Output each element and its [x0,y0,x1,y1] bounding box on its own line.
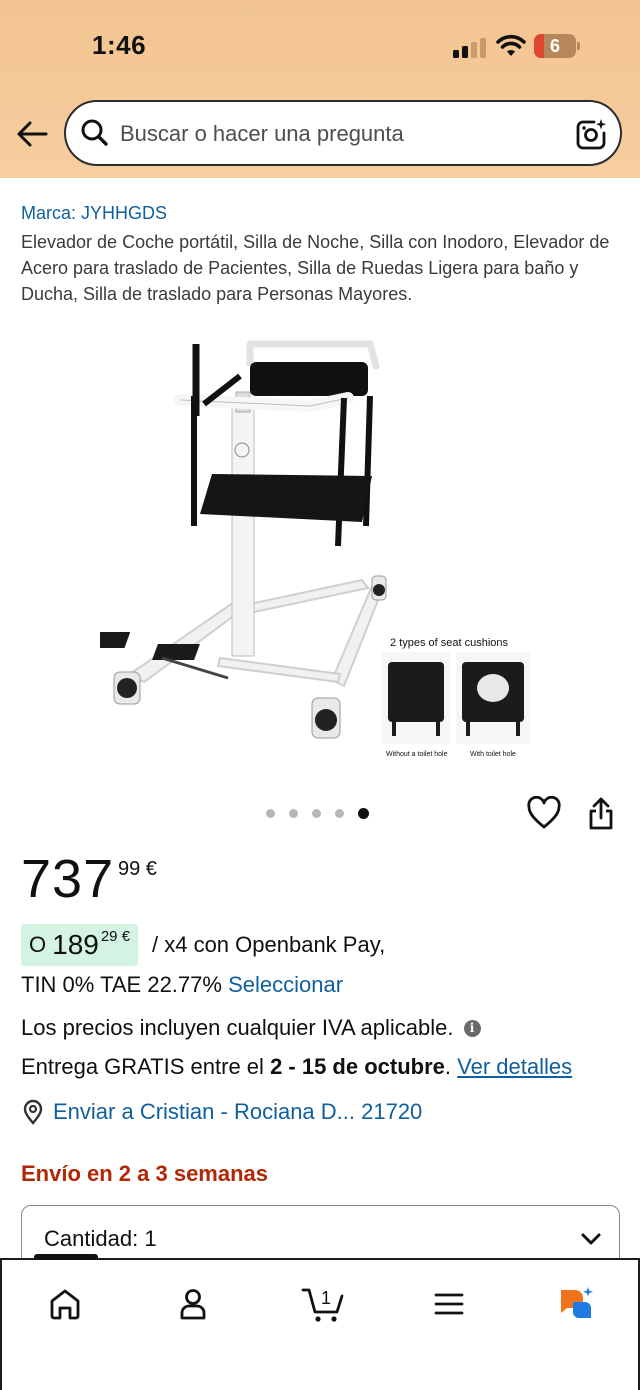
rufus-icon [561,1287,593,1318]
heart-icon[interactable] [526,796,562,830]
financing-terms: TIN 0% TAE 22.77% Seleccionar [21,972,343,998]
delivery-details-link[interactable]: Ver detalles [457,1054,572,1079]
carousel-dot-active[interactable] [358,808,369,819]
active-tab-indicator [34,1254,98,1260]
carousel-dot[interactable] [312,809,321,818]
search-bar[interactable] [64,100,622,166]
quantity-label: Cantidad: 1 [44,1226,157,1251]
delivery-prefix: Entrega GRATIS entre el [21,1054,264,1079]
select-financing-link[interactable]: Seleccionar [228,972,343,997]
price-whole: 737 [21,849,115,909]
bottom-tab-bar: 1 [0,1254,640,1390]
tab-rufus[interactable] [550,1282,600,1326]
brand-link[interactable]: Marca: JYHHGDS [21,203,167,224]
product-title: Elevador de Coche portátil, Silla de Noc… [21,232,610,304]
installment-fraction: 29 € [100,927,131,945]
status-time: 1:46 [92,30,147,60]
carousel-dot[interactable] [266,809,275,818]
delivery-dates: 2 - 15 de octubre [270,1054,445,1079]
product-image[interactable]: 2 types of seat cushions Without a toile… [86,336,540,766]
menu-icon [434,1293,464,1315]
delivery-suffix: . [444,1054,452,1079]
tab-cart[interactable]: 1 [298,1282,348,1326]
cushion-label-1: Without a toilet hole [386,751,448,758]
tab-menu[interactable] [424,1282,474,1326]
battery-icon: 6 [534,34,580,58]
share-icon[interactable] [586,796,616,832]
tab-account[interactable] [168,1282,218,1326]
delivery-location[interactable]: Enviar a Cristian - Rociana D... 21720 [21,1099,422,1125]
cart-count: 1 [321,1288,331,1308]
home-icon [50,1289,80,1320]
installment-price-badge: O 189 29 € [21,924,139,966]
back-arrow-icon [17,121,48,147]
quantity-value: 1 [144,1226,157,1251]
chevron-down-icon [581,1233,601,1245]
installment-prefix: O [29,932,47,957]
price-fraction: 99 € [118,858,157,880]
tin-text: TIN 0% TAE 22.77% [21,972,222,997]
cart-icon: 1 [301,1288,344,1322]
price: 737 99 € [21,848,157,910]
installment-text: / x4 con Openbank Pay, [152,932,386,957]
location-pin-icon [23,1099,43,1125]
back-button[interactable] [14,116,50,152]
image-caption: 2 types of seat cushions [390,637,509,649]
wifi-icon [496,34,526,56]
info-icon[interactable]: i [463,1019,481,1037]
tab-home[interactable] [40,1282,90,1326]
location-text[interactable]: Enviar a Cristian - Rociana D... 21720 [53,1099,422,1125]
iva-notice: Los precios incluyen cualquier IVA aplic… [21,1015,481,1041]
camera-search-icon[interactable] [574,118,608,152]
installment-whole: 189 [52,929,99,960]
cellular-signal-icon [453,38,487,58]
search-input[interactable] [120,116,550,152]
header: 1:46 6 [0,0,640,178]
shipping-time: Envío en 2 a 3 semanas [21,1161,269,1186]
carousel-dot[interactable] [335,809,344,818]
iva-text: Los precios incluyen cualquier IVA aplic… [21,1015,454,1040]
carousel-dots[interactable] [266,808,369,819]
search-icon [81,119,108,146]
account-icon [180,1289,206,1320]
carousel-dot[interactable] [289,809,298,818]
transfer-chair-illustration: 2 types of seat cushions Without a toile… [86,340,530,758]
delivery-info: Entrega GRATIS entre el 2 - 15 de octubr… [21,1054,572,1080]
cushion-label-2: With toilet hole [470,751,516,758]
